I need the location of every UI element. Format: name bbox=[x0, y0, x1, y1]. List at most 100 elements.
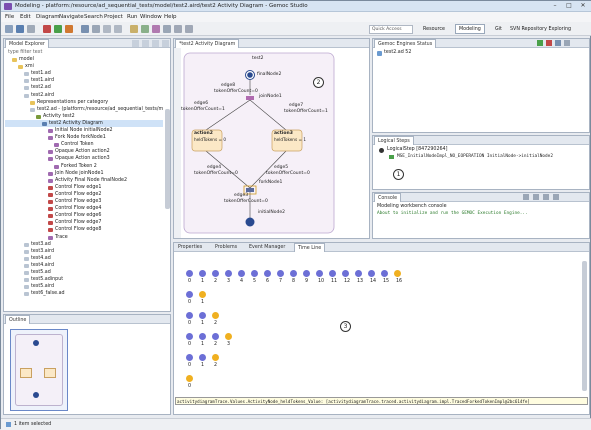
timeline-state-dot[interactable] bbox=[329, 270, 336, 277]
tree-item[interactable]: Control Flow edge7 bbox=[55, 220, 101, 225]
tab-logical-steps[interactable]: Logical Steps bbox=[374, 136, 414, 145]
timeline-state-dot[interactable] bbox=[290, 270, 297, 277]
engine-menu-icon[interactable] bbox=[564, 40, 570, 46]
tree-item[interactable]: Control Flow edge1 bbox=[55, 185, 101, 190]
timeline-state-dot[interactable] bbox=[316, 270, 323, 277]
tree-item[interactable]: Control Flow edge2 bbox=[55, 192, 101, 197]
tree-item[interactable]: Activity Final Node finalNode2 bbox=[55, 178, 127, 183]
run-icon[interactable] bbox=[54, 25, 62, 33]
timeline-state-dot[interactable] bbox=[355, 270, 362, 277]
tree-item[interactable]: test2.aird bbox=[31, 93, 54, 98]
timeline-state-dot[interactable] bbox=[212, 354, 219, 361]
timeline-state-dot[interactable] bbox=[394, 270, 401, 277]
tab-problems[interactable]: Problems bbox=[212, 243, 240, 252]
line-color-icon[interactable] bbox=[152, 25, 160, 33]
new-icon[interactable] bbox=[5, 25, 13, 33]
tab-event-manager[interactable]: Event Manager bbox=[246, 243, 288, 252]
fill-color-icon[interactable] bbox=[141, 25, 149, 33]
timeline-state-dot[interactable] bbox=[199, 312, 206, 319]
tree-item[interactable]: test1.ad bbox=[31, 71, 51, 76]
timeline-state-dot[interactable] bbox=[199, 333, 206, 340]
clear-console-icon[interactable] bbox=[523, 194, 529, 200]
join-node-bar[interactable] bbox=[246, 96, 254, 100]
step-icon[interactable] bbox=[555, 40, 561, 46]
menu-navigate[interactable]: Navigate bbox=[59, 14, 84, 20]
pin-console-icon[interactable] bbox=[543, 194, 549, 200]
tree-item[interactable]: test3.aird bbox=[31, 249, 54, 254]
menu-file[interactable]: File bbox=[5, 14, 14, 20]
tree-item[interactable]: Trace bbox=[55, 235, 68, 240]
menu-diagram[interactable]: Diagram bbox=[36, 14, 60, 20]
timeline-state-dot[interactable] bbox=[225, 333, 232, 340]
timeline-state-dot[interactable] bbox=[199, 270, 206, 277]
tree-item[interactable]: test4.aird bbox=[31, 263, 54, 268]
tab-console[interactable]: Console bbox=[374, 193, 402, 202]
search-icon[interactable] bbox=[81, 25, 89, 33]
print-icon[interactable] bbox=[27, 25, 35, 33]
tree-item[interactable]: Control Flow edge4 bbox=[55, 206, 101, 211]
menu-window[interactable]: Window bbox=[140, 14, 162, 20]
timeline-state-dot[interactable] bbox=[186, 375, 193, 382]
tree-item[interactable]: test5.adinput bbox=[31, 277, 63, 282]
tab-time-line[interactable]: Time Line bbox=[294, 243, 326, 252]
tree-item[interactable]: Activity test2 bbox=[43, 114, 75, 119]
timeline-state-dot[interactable] bbox=[212, 333, 219, 340]
view-menu-icon[interactable] bbox=[152, 40, 159, 47]
outline-thumbnail[interactable] bbox=[10, 329, 68, 411]
tab-model-explorer[interactable]: Model Explorer bbox=[5, 39, 49, 48]
tab-outline[interactable]: Outline bbox=[5, 315, 31, 324]
arrange-icon[interactable] bbox=[174, 25, 182, 33]
tree-item[interactable]: test1.aird bbox=[31, 78, 54, 83]
filter-input[interactable]: type filter text bbox=[8, 50, 42, 55]
timeline-state-dot[interactable] bbox=[251, 270, 258, 277]
timeline-state-dot[interactable] bbox=[186, 333, 193, 340]
logical-step-child[interactable]: MSE_InitialNodeImpl_NO_EOPERATION Initia… bbox=[397, 154, 553, 159]
timeline-state-dot[interactable] bbox=[186, 354, 193, 361]
tree-item[interactable]: Opaque Action action3 bbox=[55, 156, 110, 161]
tree-item[interactable]: test2 Activity Diagram bbox=[49, 121, 103, 126]
stop-icon[interactable] bbox=[546, 40, 552, 46]
close-icon[interactable]: ✕ bbox=[576, 2, 590, 10]
engine-row[interactable]: test2.ad 52 bbox=[384, 50, 411, 55]
timeline-state-dot[interactable] bbox=[212, 312, 219, 319]
timeline-state-dot[interactable] bbox=[342, 270, 349, 277]
timeline-state-dot[interactable] bbox=[199, 354, 206, 361]
menu-project[interactable]: Project bbox=[104, 14, 123, 20]
font-icon[interactable] bbox=[130, 25, 138, 33]
tree-item[interactable]: Initial Node initialNode2 bbox=[55, 128, 113, 133]
timeline-state-dot[interactable] bbox=[186, 270, 193, 277]
tree-item[interactable]: Fork Node forkNode1 bbox=[55, 135, 106, 140]
align-icon[interactable] bbox=[185, 25, 193, 33]
perspective-git[interactable]: Git bbox=[491, 24, 506, 34]
save-icon[interactable] bbox=[16, 25, 24, 33]
back-icon[interactable] bbox=[103, 25, 111, 33]
timeline-state-dot[interactable] bbox=[381, 270, 388, 277]
initial-node[interactable] bbox=[245, 217, 255, 227]
tree-item[interactable]: Opaque Action action2 bbox=[55, 149, 110, 154]
tree-item[interactable]: xmi bbox=[25, 64, 34, 69]
menu-search[interactable]: Search bbox=[84, 14, 103, 20]
menu-help[interactable]: Help bbox=[164, 14, 177, 20]
tree-scrollbar[interactable] bbox=[165, 109, 170, 209]
perspective-resource[interactable]: Resource bbox=[419, 24, 449, 34]
perspective-modeling[interactable]: Modeling bbox=[455, 24, 485, 34]
logical-step-root[interactable]: LogicalStep [847290264] bbox=[387, 147, 447, 152]
tree-item[interactable]: test3.ad bbox=[31, 242, 51, 247]
quick-access-input[interactable]: Quick Access bbox=[369, 25, 413, 34]
tree-item[interactable]: test6_false.ad bbox=[31, 291, 65, 296]
menu-run[interactable]: Run bbox=[127, 14, 138, 20]
timeline-scrollbar[interactable] bbox=[582, 261, 587, 391]
link-editor-icon[interactable] bbox=[142, 40, 149, 47]
timeline-state-dot[interactable] bbox=[186, 312, 193, 319]
minimize-icon[interactable]: – bbox=[548, 2, 562, 10]
tab-engines-status[interactable]: Gemoc Engines Status bbox=[374, 39, 437, 48]
timeline-state-dot[interactable] bbox=[199, 291, 206, 298]
tree-item[interactable]: Control Token bbox=[61, 142, 94, 147]
fork-node-bar[interactable] bbox=[246, 188, 254, 192]
perspective-svn[interactable]: SVN Repository Exploring bbox=[506, 24, 575, 34]
timeline-state-dot[interactable] bbox=[303, 270, 310, 277]
tab-properties[interactable]: Properties bbox=[175, 243, 205, 252]
scroll-lock-icon[interactable] bbox=[533, 194, 539, 200]
timeline-state-dot[interactable] bbox=[368, 270, 375, 277]
timeline-state-dot[interactable] bbox=[225, 270, 232, 277]
